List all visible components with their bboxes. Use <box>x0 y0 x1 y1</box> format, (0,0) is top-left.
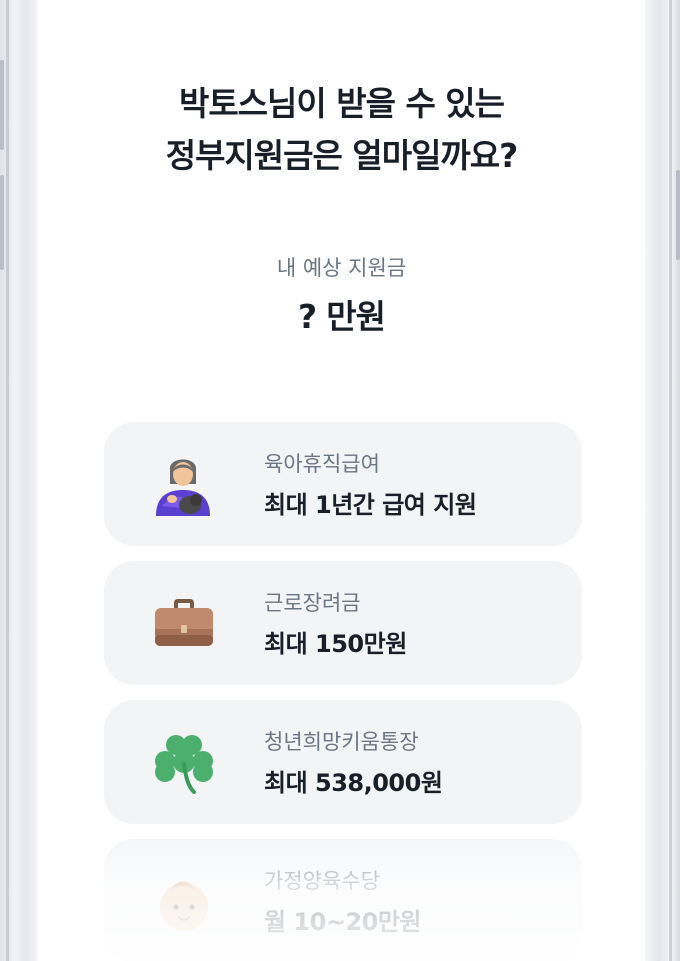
estimate-value-unit: 만원 <box>326 297 386 336</box>
volume-down-button <box>0 175 4 270</box>
benefit-name: 육아휴직급여 <box>264 452 380 476</box>
phone-bezel-right <box>645 0 680 961</box>
bezel-edge-line <box>669 0 672 961</box>
top-fade-overlay <box>38 360 645 410</box>
volume-up-button <box>0 60 4 150</box>
benefit-card-youth-savings[interactable]: 청년희망키움통장 최대 538,000원 <box>104 700 582 824</box>
benefit-name: 근로장려금 <box>264 591 361 615</box>
page-title: 박토스님이 받을 수 있는 정부지원금은 얼마일까요? <box>38 78 645 182</box>
power-button <box>676 170 680 260</box>
benefit-card-earned-income[interactable]: 근로장려금 최대 150만원 <box>104 561 582 685</box>
benefit-card-childcare[interactable]: 가정양육수당 월 10~20만원 <box>104 839 582 961</box>
benefit-name: 가정양육수당 <box>264 869 380 893</box>
app-screen: 박토스님이 받을 수 있는 정부지원금은 얼마일까요? 내 예상 지원금 ? 만원… <box>38 0 645 961</box>
title-line-1: 박토스님이 받을 수 있는 <box>178 84 505 123</box>
estimate-value: ? 만원 <box>38 290 645 338</box>
benefit-name: 청년희망키움통장 <box>264 730 419 754</box>
bezel-edge-line <box>6 0 9 961</box>
baby-icon <box>160 881 208 931</box>
estimate-value-mark: ? <box>298 297 317 336</box>
benefit-amount: 월 10~20만원 <box>264 908 422 936</box>
benefit-amount: 최대 538,000원 <box>264 769 443 797</box>
clover-icon <box>155 735 213 794</box>
phone-bezel-left <box>0 0 38 961</box>
benefit-amount: 최대 150만원 <box>264 630 407 658</box>
breastfeeding-mother-icon <box>156 459 210 516</box>
benefit-amount: 최대 1년간 급여 지원 <box>264 491 477 519</box>
title-line-2: 정부지원금은 얼마일까요? <box>165 136 519 175</box>
estimate-label: 내 예상 지원금 <box>276 256 407 280</box>
briefcase-icon <box>155 599 213 646</box>
benefit-card-parental-leave[interactable]: 육아휴직급여 최대 1년간 급여 지원 <box>104 422 582 546</box>
